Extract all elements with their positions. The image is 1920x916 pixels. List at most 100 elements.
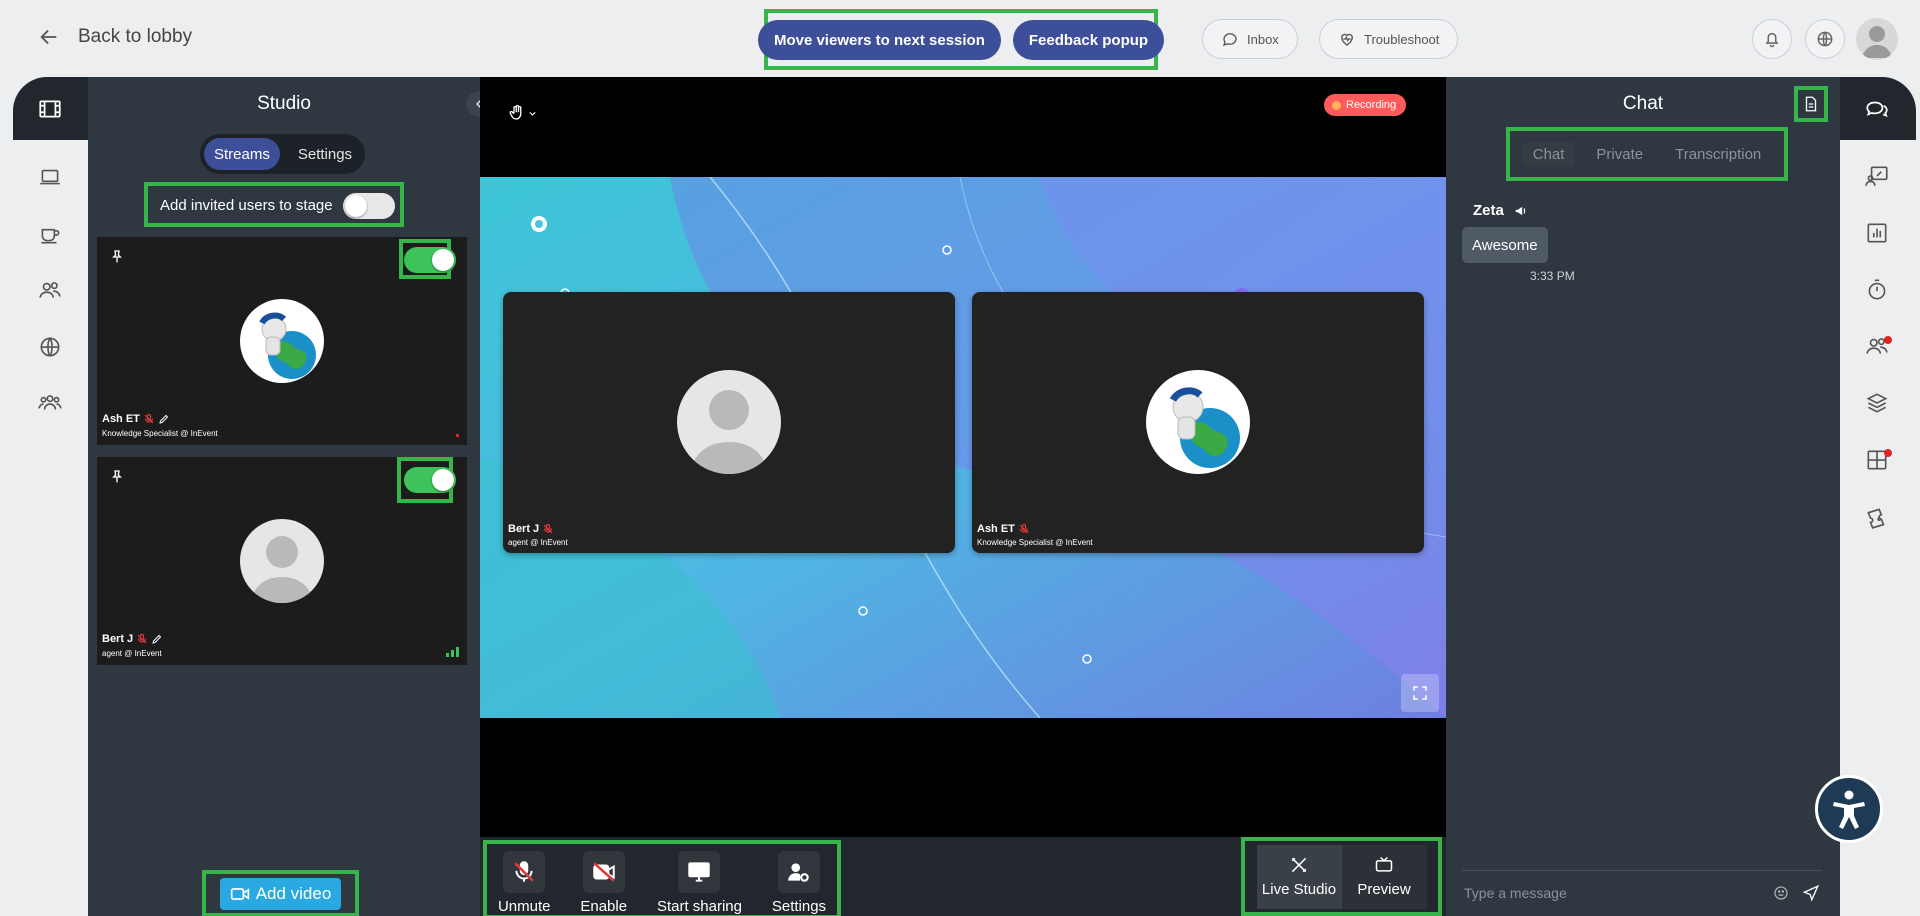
pencil-icon[interactable] bbox=[158, 413, 170, 425]
enable-label: Enable bbox=[580, 898, 628, 915]
tab-settings[interactable]: Settings bbox=[288, 138, 362, 170]
add-video-wrapper: Add video bbox=[202, 870, 359, 916]
live-studio-button[interactable]: Live Studio bbox=[1256, 844, 1342, 909]
inbox-button[interactable]: Inbox bbox=[1202, 19, 1298, 59]
stopwatch-icon[interactable] bbox=[1863, 276, 1891, 304]
send-icon[interactable] bbox=[1802, 884, 1820, 902]
tab-private[interactable]: Private bbox=[1586, 142, 1653, 167]
recording-badge: Recording bbox=[1324, 94, 1407, 116]
avatar-earth-astronaut bbox=[240, 299, 324, 383]
invite-users-label: Add invited users to stage bbox=[160, 197, 333, 214]
add-video-label: Add video bbox=[255, 883, 332, 903]
feedback-popup-button[interactable]: Feedback popup bbox=[1012, 20, 1165, 60]
studio-tabs: Streams Settings bbox=[200, 134, 365, 174]
accessibility-icon bbox=[1833, 790, 1865, 829]
globe-icon[interactable] bbox=[36, 333, 64, 361]
mic-off-icon bbox=[543, 523, 553, 534]
film-icon[interactable] bbox=[36, 95, 64, 123]
stream-subtitle: Knowledge Specialist @ InEvent bbox=[102, 429, 218, 438]
users-icon[interactable] bbox=[36, 276, 64, 304]
hand-icon bbox=[509, 104, 522, 120]
fullscreen-button[interactable] bbox=[1401, 674, 1439, 712]
chat-input-placeholder: Type a message bbox=[1464, 884, 1567, 901]
pin-icon[interactable] bbox=[109, 469, 125, 485]
pencil-icon[interactable] bbox=[151, 633, 163, 645]
globe-icon bbox=[1817, 31, 1833, 47]
raise-hand-menu[interactable] bbox=[508, 104, 537, 122]
tile-subtitle: agent @ InEvent bbox=[508, 538, 568, 547]
bell-icon bbox=[1765, 32, 1779, 48]
tab-transcription[interactable]: Transcription bbox=[1665, 142, 1771, 167]
preview-button[interactable]: Preview bbox=[1341, 844, 1427, 909]
emoji-icon[interactable] bbox=[1772, 884, 1790, 902]
video-tile[interactable]: Bert J agent @ InEvent bbox=[503, 292, 955, 553]
group-icon[interactable] bbox=[36, 389, 64, 417]
avatar-default-user bbox=[240, 519, 324, 603]
stage-toggle[interactable] bbox=[404, 247, 456, 273]
user-silhouette-icon bbox=[1862, 26, 1892, 58]
media-controls: Unmute Enable Start sharing Settings bbox=[483, 840, 841, 916]
laptop-icon[interactable] bbox=[36, 163, 64, 191]
chat-panel: Chat Chat Private Transcription Zeta Awe… bbox=[1446, 77, 1840, 916]
unmute-button[interactable]: Unmute bbox=[498, 851, 550, 915]
chat-title: Chat bbox=[1622, 93, 1664, 114]
mic-off-icon bbox=[144, 413, 154, 424]
settings-button[interactable]: Settings bbox=[772, 851, 826, 915]
monitor-icon bbox=[688, 862, 711, 882]
invite-users-toggle[interactable] bbox=[343, 192, 395, 219]
camera-off-icon bbox=[592, 862, 615, 882]
back-to-lobby-link[interactable]: Back to lobby bbox=[38, 26, 192, 48]
studio-title: Studio bbox=[257, 93, 311, 114]
chevron-down-icon bbox=[529, 111, 536, 116]
mic-off-icon bbox=[137, 633, 147, 644]
tile-name: Ash ET bbox=[977, 523, 1030, 535]
tab-streams[interactable]: Streams bbox=[204, 138, 280, 170]
enable-camera-button[interactable]: Enable bbox=[580, 851, 627, 915]
pin-icon[interactable] bbox=[109, 249, 125, 265]
coffee-cup-icon[interactable] bbox=[36, 220, 64, 248]
recording-dot-icon bbox=[1332, 100, 1341, 110]
signal-strength-icon bbox=[456, 434, 459, 437]
user-avatar[interactable] bbox=[1856, 18, 1898, 60]
heart-pulse-icon bbox=[1341, 33, 1353, 46]
tile-name: Bert J bbox=[508, 523, 554, 535]
signal-strength-icon bbox=[446, 647, 459, 657]
stage-toggle[interactable] bbox=[404, 467, 456, 493]
recording-label: Recording bbox=[1346, 99, 1397, 111]
stream-card[interactable]: Bert J agent @ InEvent bbox=[97, 457, 467, 665]
preview-label: Preview bbox=[1357, 881, 1411, 898]
message-author: Zeta bbox=[1473, 202, 1528, 219]
tab-chat[interactable]: Chat bbox=[1522, 141, 1575, 167]
expand-icon bbox=[1413, 686, 1427, 700]
avatar-earth-astronaut bbox=[1146, 370, 1250, 474]
chat-tabs: Chat Private Transcription bbox=[1506, 127, 1788, 181]
start-sharing-button[interactable]: Start sharing bbox=[657, 851, 742, 915]
chat-input[interactable]: Type a message bbox=[1462, 870, 1822, 914]
notification-dot bbox=[1884, 336, 1892, 344]
stream-card[interactable]: Ash ET Knowledge Specialist @ InEvent bbox=[97, 237, 467, 445]
notification-dot bbox=[1884, 449, 1892, 457]
stream-name: Bert J bbox=[102, 633, 163, 645]
accessibility-button[interactable] bbox=[1815, 775, 1883, 843]
troubleshoot-button[interactable]: Troubleshoot bbox=[1319, 19, 1459, 59]
chat-bubbles-icon[interactable] bbox=[1863, 95, 1891, 123]
message-bubble[interactable]: Awesome bbox=[1462, 227, 1548, 263]
transcript-button[interactable] bbox=[1794, 86, 1828, 122]
invite-users-row: Add invited users to stage bbox=[146, 183, 403, 228]
video-tile[interactable]: Ash ET Knowledge Specialist @ InEvent bbox=[972, 292, 1424, 553]
inbox-label: Inbox bbox=[1247, 31, 1279, 47]
stream-subtitle: agent @ InEvent bbox=[102, 649, 162, 658]
tools-icon bbox=[1291, 857, 1307, 873]
tickets-icon[interactable] bbox=[1863, 503, 1891, 531]
mode-switch: Live Studio Preview bbox=[1256, 844, 1427, 909]
move-viewers-button[interactable]: Move viewers to next session bbox=[757, 20, 1001, 60]
add-video-button[interactable]: Add video bbox=[219, 877, 342, 910]
presenter-icon[interactable] bbox=[1863, 162, 1891, 190]
layers-icon[interactable] bbox=[1863, 389, 1891, 417]
notifications-button[interactable] bbox=[1752, 19, 1792, 59]
tile-subtitle: Knowledge Specialist @ InEvent bbox=[977, 538, 1093, 547]
language-button[interactable] bbox=[1805, 19, 1845, 59]
megaphone-icon bbox=[1515, 206, 1525, 215]
stage-control-bar: Unmute Enable Start sharing Settings Liv… bbox=[480, 837, 1446, 916]
bar-chart-icon[interactable] bbox=[1863, 219, 1891, 247]
